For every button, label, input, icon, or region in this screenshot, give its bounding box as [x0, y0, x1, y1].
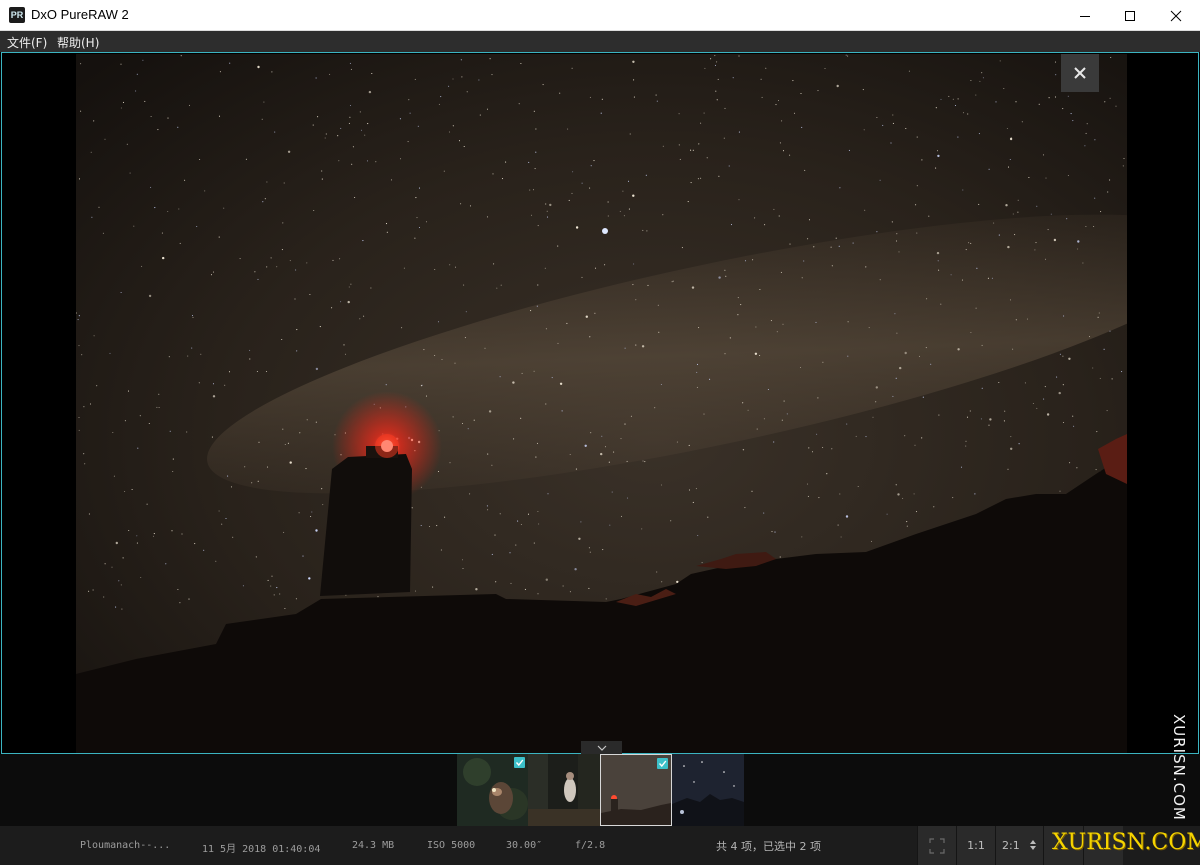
spinner-arrows-icon: [1030, 840, 1036, 850]
aperture: f/2.8: [575, 840, 606, 851]
menu-help[interactable]: 帮助(H): [57, 34, 99, 51]
minimize-button[interactable]: [1062, 0, 1108, 31]
app-icon: PR: [9, 7, 25, 23]
menu-bar: 文件(F) 帮助(H): [0, 31, 1200, 52]
file-name: Ploumanach--...: [80, 840, 171, 851]
status-bar: Ploumanach--... 11 5月 2018 01:40:04 24.3…: [0, 826, 1200, 865]
title-bar: PR DxO PureRAW 2: [0, 0, 1200, 31]
checkmark-icon: [515, 759, 524, 767]
thumbnail-owl[interactable]: [457, 754, 528, 826]
file-size: 24.3 MB: [352, 840, 395, 851]
fit-screen-icon: [929, 837, 945, 854]
thumbnail-checkbox[interactable]: [657, 758, 668, 769]
filmstrip: [0, 754, 1200, 826]
image-viewer[interactable]: [1, 52, 1199, 754]
capture-date: 11 5月 2018 01:40:04: [202, 844, 321, 855]
selection-count: 共 4 项，已选中 2 项: [716, 840, 821, 853]
thumbnail-image: [672, 754, 744, 826]
thumbnail-image: [528, 754, 600, 826]
watermark-vertical: XURISN.COM: [1170, 714, 1188, 821]
window-close-button[interactable]: [1153, 0, 1199, 31]
maximize-icon: [1125, 10, 1135, 21]
thumbnail-night-sky[interactable]: [672, 754, 744, 826]
fit-to-screen-button[interactable]: [917, 826, 956, 865]
close-window-icon: [1170, 10, 1182, 21]
zoom-select[interactable]: 2:1: [995, 826, 1043, 865]
maximize-button[interactable]: [1107, 0, 1153, 31]
preview-image: [76, 54, 1127, 753]
window-title: DxO PureRAW 2: [31, 7, 129, 22]
zoom-select-value: 2:1: [1002, 839, 1020, 852]
close-icon: [1074, 67, 1086, 79]
close-preview-button[interactable]: [1061, 54, 1099, 92]
menu-file[interactable]: 文件(F): [7, 34, 47, 51]
zoom-1-1-button[interactable]: 1:1: [956, 826, 995, 865]
watermark-logo: XURISN.COM: [1052, 830, 1200, 855]
iso-value: ISO 5000: [427, 840, 476, 851]
chevron-down-icon: [597, 745, 606, 751]
thumbnail-checkbox[interactable]: [514, 757, 525, 768]
shutter-speed: 30.00″: [506, 840, 543, 851]
thumbnail-person[interactable]: [528, 754, 600, 826]
checkmark-icon: [658, 760, 667, 768]
minimize-icon: [1080, 15, 1090, 17]
thumbnail-lighthouse[interactable]: [600, 754, 672, 826]
collapse-filmstrip-button[interactable]: [581, 741, 622, 754]
